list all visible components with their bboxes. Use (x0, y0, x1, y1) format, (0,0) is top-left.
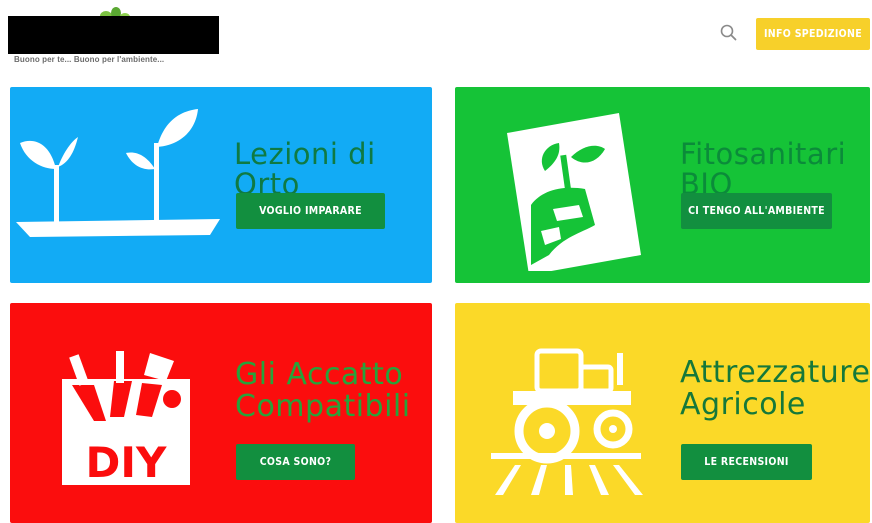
voglio-imparare-button[interactable]: VOGLIO IMPARARE (236, 193, 385, 229)
card-title: Attrezzature Agricole (680, 355, 870, 422)
site-header: Buono per te... Buono per l'ambiente... … (0, 0, 872, 80)
card-lezioni-orto[interactable]: Lezioni di Orto VOGLIO IMPARARE (10, 87, 432, 283)
shipping-info-button[interactable]: INFO SPEDIZIONE (756, 18, 870, 50)
logo-tagline: Buono per te... Buono per l'ambiente... (14, 55, 165, 64)
diy-tools-icon: DIY (62, 351, 190, 486)
cosa-sono-button[interactable]: COSA SONO? (236, 444, 355, 480)
logo-redacted-block (8, 16, 219, 54)
sprouts-icon (16, 109, 220, 237)
site-logo[interactable]: Buono per te... Buono per l'ambiente... (8, 4, 220, 68)
card-fitosanitari-bio[interactable]: Fitosanitari BIO CI TENGO ALL'AMBIENTE (455, 87, 870, 283)
search-button[interactable] (718, 22, 740, 44)
svg-text:DIY: DIY (86, 438, 167, 486)
ci-tengo-ambiente-button[interactable]: CI TENGO ALL'AMBIENTE (681, 193, 832, 229)
card-accatto-compatibili[interactable]: DIY Gli Accatto Compatibili COSA SONO? (10, 303, 432, 523)
card-title: Gli Accatto Compatibili (235, 357, 411, 424)
tractor-icon (491, 348, 643, 495)
card-attrezzature-agricole[interactable]: Attrezzature Agricole LE RECENSIONI (455, 303, 870, 523)
sprout-in-hand-icon (507, 113, 641, 271)
search-icon (720, 24, 737, 41)
card-title: Lezioni di Orto (234, 137, 376, 202)
le-recensioni-button[interactable]: LE RECENSIONI (681, 444, 812, 480)
card-title: Fitosanitari BIO (680, 137, 847, 202)
